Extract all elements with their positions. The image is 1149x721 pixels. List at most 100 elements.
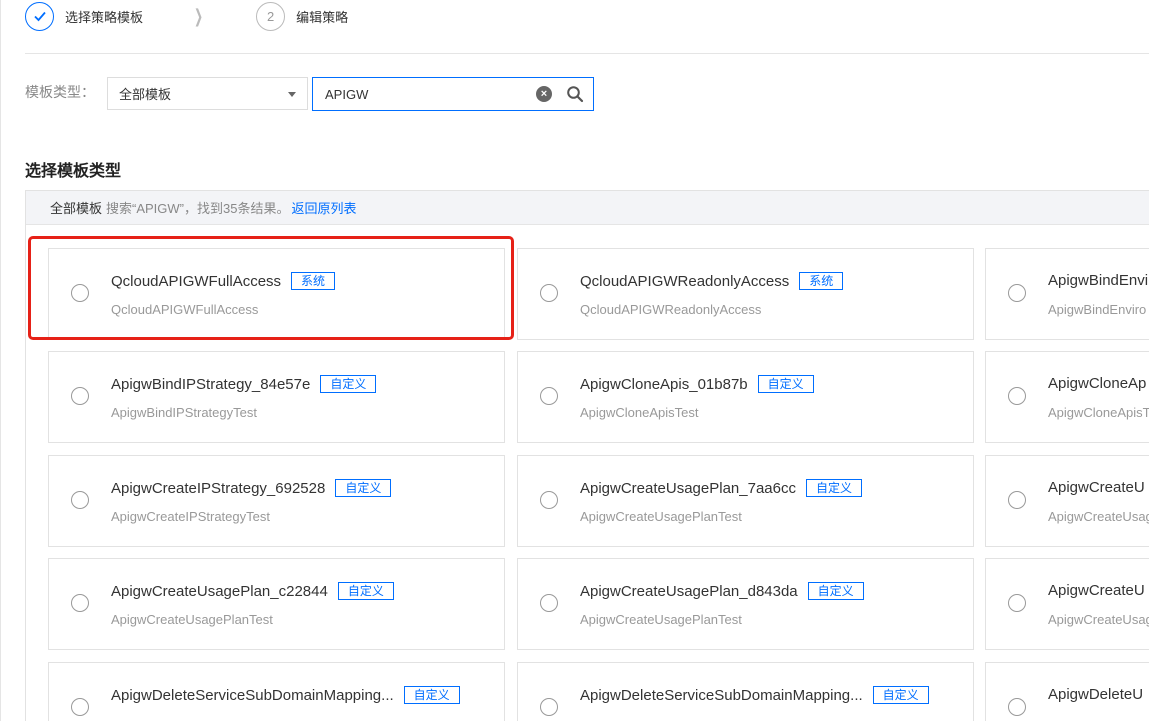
caret-down-icon xyxy=(288,92,296,97)
template-card[interactable]: ApigwCloneApis_01b87b 自定义 ApigwCloneApisTe… xyxy=(517,351,974,443)
wizard-steps: 选择策略模板 ❯ 2 编辑策略 xyxy=(25,0,348,32)
template-title-row: ApigwCreateU xyxy=(1048,582,1145,599)
template-card[interactable]: ApigwCreateUsagePlan_c22844 自定义 ApigwCreat… xyxy=(48,558,505,650)
template-type-select[interactable]: 全部模板 xyxy=(107,77,308,110)
search-icon[interactable] xyxy=(566,85,584,103)
template-title: ApigwCreateUsagePlan_d843da xyxy=(580,582,798,600)
step-1-indicator xyxy=(25,1,54,31)
template-title: ApigwDeleteServiceSubDomainMapping... xyxy=(580,686,863,704)
template-card[interactable]: ApigwCreateIPStrategy_692528 自定义 ApigwCrea… xyxy=(48,455,505,547)
template-title-row: ApigwBindEnvi xyxy=(1048,272,1148,289)
template-type-badge: 自定义 xyxy=(403,686,460,704)
template-type-badge: 自定义 xyxy=(335,479,392,497)
template-title: ApigwCloneAp xyxy=(1048,375,1147,392)
template-type-badge: 自定义 xyxy=(320,375,377,393)
template-radio[interactable] xyxy=(1008,594,1026,612)
template-card[interactable]: ApigwBindEnvi ApigwBindEnviro xyxy=(985,248,1149,340)
template-description: ApigwCreateIPStrategyTest xyxy=(111,509,270,524)
template-title-row: ApigwCreateU xyxy=(1048,479,1145,496)
template-title: ApigwCreateUsagePlan_c22844 xyxy=(111,582,328,600)
template-type-badge: 自定义 xyxy=(337,582,394,600)
template-description: QcloudAPIGWFullAccess xyxy=(111,302,259,317)
template-card[interactable]: ApigwDeleteServiceSubDomainMapping... 自定义 xyxy=(48,662,505,721)
template-description: ApigwCreateUsag xyxy=(1048,509,1149,524)
template-radio[interactable] xyxy=(540,387,558,405)
template-type-badge: 自定义 xyxy=(757,375,814,393)
template-title: ApigwCreateU xyxy=(1048,479,1145,496)
template-radio[interactable] xyxy=(1008,491,1026,509)
template-type-badge: 自定义 xyxy=(872,686,929,704)
section-title: 选择模板类型 xyxy=(25,163,122,180)
template-type-badge: 自定义 xyxy=(805,479,862,497)
template-card[interactable]: QcloudAPIGWReadonlyAccess 系统 QcloudAPIGWRe… xyxy=(517,248,974,340)
template-card[interactable]: ApigwDeleteU xyxy=(985,662,1149,721)
template-card[interactable]: ApigwBindIPStrategy_84e57e 自定义 ApigwBindIP… xyxy=(48,351,505,443)
template-title-row: QcloudAPIGWReadonlyAccess 系统 xyxy=(580,272,844,290)
template-title-row: ApigwCloneAp xyxy=(1048,375,1146,392)
template-card[interactable]: ApigwCreateUsagePlan_7aa6cc 自定义 ApigwCreat… xyxy=(517,455,974,547)
template-radio[interactable] xyxy=(540,594,558,612)
template-title-row: ApigwCreateUsagePlan_7aa6cc 自定义 xyxy=(580,479,862,497)
template-radio[interactable] xyxy=(1008,387,1026,405)
template-title-row: ApigwCreateUsagePlan_c22844 自定义 xyxy=(111,582,394,600)
template-type-badge: 系统 xyxy=(799,272,844,290)
template-radio[interactable] xyxy=(540,284,558,302)
template-card[interactable]: QcloudAPIGWFullAccess 系统 QcloudAPIGWFullAc… xyxy=(48,248,505,340)
results-summary: 搜索“APIGW”，找到35条结果。 xyxy=(106,201,290,216)
template-title: ApigwBindEnvi xyxy=(1048,272,1149,289)
template-title-row: QcloudAPIGWFullAccess 系统 xyxy=(111,272,336,290)
template-card[interactable]: ApigwDeleteServiceSubDomainMapping... 自定义 xyxy=(517,662,974,721)
template-title-row: ApigwBindIPStrategy_84e57e 自定义 xyxy=(111,375,377,393)
template-radio[interactable] xyxy=(1008,698,1026,716)
template-title-row: ApigwCloneApis_01b87b 自定义 xyxy=(580,375,814,393)
template-radio[interactable] xyxy=(540,698,558,716)
results-summary-bar: 全部模板 搜索“APIGW”，找到35条结果。 返回原列表 xyxy=(26,191,1149,225)
template-description: ApigwCloneApisT xyxy=(1048,405,1149,420)
template-radio[interactable] xyxy=(71,491,89,509)
template-description: QcloudAPIGWReadonlyAccess xyxy=(580,302,762,317)
template-title-row: ApigwDeleteU xyxy=(1048,686,1143,703)
template-description: ApigwCreateUsagePlanTest xyxy=(580,509,742,524)
template-card[interactable]: ApigwCloneAp ApigwCloneApisT xyxy=(985,351,1149,443)
template-title: ApigwDeleteServiceSubDomainMapping... xyxy=(111,686,394,704)
step-2-indicator: 2 xyxy=(256,1,286,31)
template-title: QcloudAPIGWReadonlyAccess xyxy=(580,272,790,290)
template-type-label: 模板类型： xyxy=(25,84,95,100)
template-radio[interactable] xyxy=(71,698,89,716)
template-title: ApigwBindIPStrategy_84e57e xyxy=(111,375,311,393)
template-radio[interactable] xyxy=(1008,284,1026,302)
template-title-row: ApigwCreateUsagePlan_d843da 自定义 xyxy=(580,582,864,600)
template-radio[interactable] xyxy=(540,491,558,509)
template-title: QcloudAPIGWFullAccess xyxy=(111,272,282,290)
template-card[interactable]: ApigwCreateU ApigwCreateUsag xyxy=(985,558,1149,650)
template-card[interactable]: ApigwCreateU ApigwCreateUsag xyxy=(985,455,1149,547)
clear-icon[interactable]: × xyxy=(536,86,552,102)
template-title: ApigwCreateIPStrategy_692528 xyxy=(111,479,326,497)
template-title: ApigwCreateUsagePlan_7aa6cc xyxy=(580,479,796,497)
results-scope: 全部模板 xyxy=(50,201,103,216)
template-radio[interactable] xyxy=(71,594,89,612)
left-border xyxy=(0,0,1,721)
search-input[interactable]: APIGW × xyxy=(312,77,594,111)
check-icon xyxy=(33,11,46,22)
back-to-list-link[interactable]: 返回原列表 xyxy=(291,198,356,217)
template-description: ApigwCloneApisTest xyxy=(580,405,699,420)
template-title: ApigwCloneApis_01b87b xyxy=(580,375,748,393)
steps-divider xyxy=(25,53,1149,54)
template-description: ApigwCreateUsag xyxy=(1048,612,1149,627)
chevron-right-icon: ❯ xyxy=(194,5,204,26)
template-card[interactable]: ApigwCreateUsagePlan_d843da 自定义 ApigwCreat… xyxy=(517,558,974,650)
template-type-value: 全部模板 xyxy=(119,87,172,102)
template-title: ApigwDeleteU xyxy=(1048,686,1144,703)
template-title-row: ApigwCreateIPStrategy_692528 自定义 xyxy=(111,479,392,497)
template-type-badge: 系统 xyxy=(291,272,336,290)
template-description: ApigwBindEnviro xyxy=(1048,302,1147,317)
template-radio[interactable] xyxy=(71,284,89,302)
template-description: ApigwCreateUsagePlanTest xyxy=(111,612,273,627)
step-2-label: 编辑策略 xyxy=(296,9,349,25)
step-1-label: 选择策略模板 xyxy=(65,9,144,25)
template-radio[interactable] xyxy=(71,387,89,405)
template-title-row: ApigwDeleteServiceSubDomainMapping... 自定义 xyxy=(580,686,929,704)
template-type-badge: 自定义 xyxy=(807,582,864,600)
template-description: ApigwCreateUsagePlanTest xyxy=(580,612,742,627)
